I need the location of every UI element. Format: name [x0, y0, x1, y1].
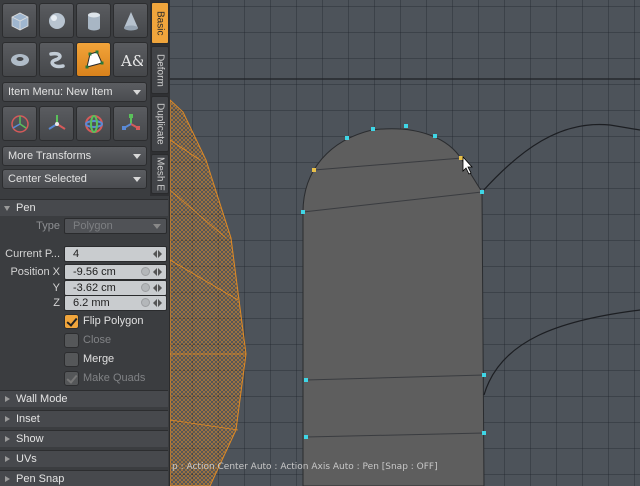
sphere-tool-button[interactable] — [39, 3, 74, 38]
tool-tabs: Basic Deform Duplicate Mesh E — [150, 0, 170, 196]
move-tool-button[interactable] — [39, 106, 74, 141]
inset-section-header[interactable]: Inset — [0, 410, 168, 427]
tab-duplicate[interactable]: Duplicate — [151, 96, 169, 152]
channel-dot-icon[interactable] — [141, 267, 150, 276]
background-mesh-wireframe — [169, 98, 247, 486]
curve-lower — [483, 309, 640, 396]
cylinder-icon — [87, 12, 100, 30]
pen-icon — [85, 50, 103, 68]
close-checkbox — [64, 333, 79, 348]
channel-dot-icon[interactable] — [141, 283, 150, 292]
current-point-value: 4 — [73, 248, 80, 260]
position-z-label: Z — [53, 297, 60, 309]
text-icon: A& — [120, 52, 143, 70]
tube-tool-button[interactable] — [39, 42, 74, 77]
center-selected-label: Center Selected — [8, 173, 87, 185]
more-transforms-dropdown[interactable]: More Transforms — [2, 146, 147, 166]
center-selected-dropdown[interactable]: Center Selected — [2, 169, 147, 189]
position-x-field[interactable]: -9.56 cm — [64, 264, 167, 280]
scale-tool-button[interactable] — [113, 106, 148, 141]
selected-vertex — [312, 168, 316, 172]
item-menu-dropdown[interactable]: Item Menu: New Item — [2, 82, 147, 102]
scale-icon — [121, 113, 140, 130]
item-menu-label: Item Menu: New Item — [8, 86, 113, 98]
tab-basic[interactable]: Basic — [151, 2, 169, 44]
curve-upper — [481, 123, 640, 193]
pen-snap-section-header[interactable]: Pen Snap — [0, 470, 168, 486]
position-y-label: Y — [52, 282, 60, 294]
current-point-label: Current P... — [5, 248, 60, 260]
position-x-value: -9.56 cm — [73, 266, 116, 278]
torus-icon — [10, 53, 29, 66]
torus-tool-button[interactable] — [2, 42, 37, 77]
more-transforms-label: More Transforms — [8, 150, 92, 162]
spin-arrows-icon[interactable] — [153, 267, 164, 277]
cone-tool-button[interactable] — [113, 3, 148, 38]
sphere-icon — [48, 12, 65, 29]
tool-panel: A& Item Menu: New Item More Transforms C… — [0, 0, 170, 486]
transform-tool-button[interactable] — [2, 106, 37, 141]
chevron-down-icon — [133, 177, 141, 182]
type-label: Type — [36, 220, 60, 232]
svg-text:A&: A& — [120, 52, 143, 70]
wall-mode-section-header[interactable]: Wall Mode — [0, 390, 168, 407]
pen-tool-button[interactable] — [76, 42, 111, 77]
position-y-value: -3.62 cm — [73, 282, 116, 294]
channel-dot-icon[interactable] — [141, 298, 150, 307]
cylinder-tool-button[interactable] — [76, 3, 111, 38]
rotate-icon — [84, 114, 103, 133]
chevron-down-icon — [133, 90, 141, 95]
text-tool-button[interactable]: A& — [113, 42, 148, 77]
cube-tool-button[interactable] — [2, 3, 37, 38]
chevron-down-icon — [153, 224, 161, 229]
spin-arrows-icon[interactable] — [153, 283, 164, 293]
uvs-section-header[interactable]: UVs — [0, 450, 168, 467]
cone-icon — [123, 11, 138, 30]
type-select: Polygon — [64, 218, 167, 234]
chevron-down-icon — [133, 154, 141, 159]
expanded-triangle-icon — [4, 206, 10, 211]
position-x-label: Position X — [10, 266, 60, 278]
position-y-field[interactable]: -3.62 cm — [64, 280, 167, 296]
position-z-value: 6.2 mm — [73, 297, 110, 309]
rotate-tool-button[interactable] — [76, 106, 111, 141]
merge-label: Merge — [83, 353, 115, 365]
transform-icon — [10, 114, 29, 133]
type-value: Polygon — [73, 220, 113, 232]
collapsed-triangle-icon — [5, 416, 10, 422]
tab-mesh-edit[interactable]: Mesh E — [151, 154, 169, 194]
viewport-status-text: p : Action Center Auto : Action Axis Aut… — [172, 462, 438, 472]
current-vertex — [459, 156, 463, 160]
make-quads-label: Make Quads — [83, 372, 146, 384]
collapsed-triangle-icon — [5, 396, 10, 402]
pen-section-title: Pen — [16, 202, 36, 214]
merge-checkbox[interactable] — [64, 352, 79, 367]
move-icon — [47, 114, 66, 130]
show-section-header[interactable]: Show — [0, 430, 168, 447]
current-point-field[interactable]: 4 — [64, 246, 167, 262]
collapsed-triangle-icon — [5, 436, 10, 442]
cube-icon — [11, 12, 28, 30]
flip-polygon-label: Flip Polygon — [83, 315, 144, 327]
position-z-field[interactable]: 6.2 mm — [64, 295, 167, 311]
make-quads-checkbox — [64, 371, 79, 386]
tab-deform[interactable]: Deform — [151, 46, 169, 94]
collapsed-triangle-icon — [5, 476, 10, 482]
flip-polygon-checkbox[interactable] — [64, 314, 79, 329]
pen-polygon — [302, 128, 485, 486]
spin-arrows-icon[interactable] — [153, 249, 164, 259]
spin-arrows-icon[interactable] — [153, 298, 164, 308]
close-label: Close — [83, 334, 112, 346]
tube-icon — [48, 51, 65, 68]
pen-section-header[interactable]: Pen — [0, 199, 168, 216]
collapsed-triangle-icon — [5, 456, 10, 462]
